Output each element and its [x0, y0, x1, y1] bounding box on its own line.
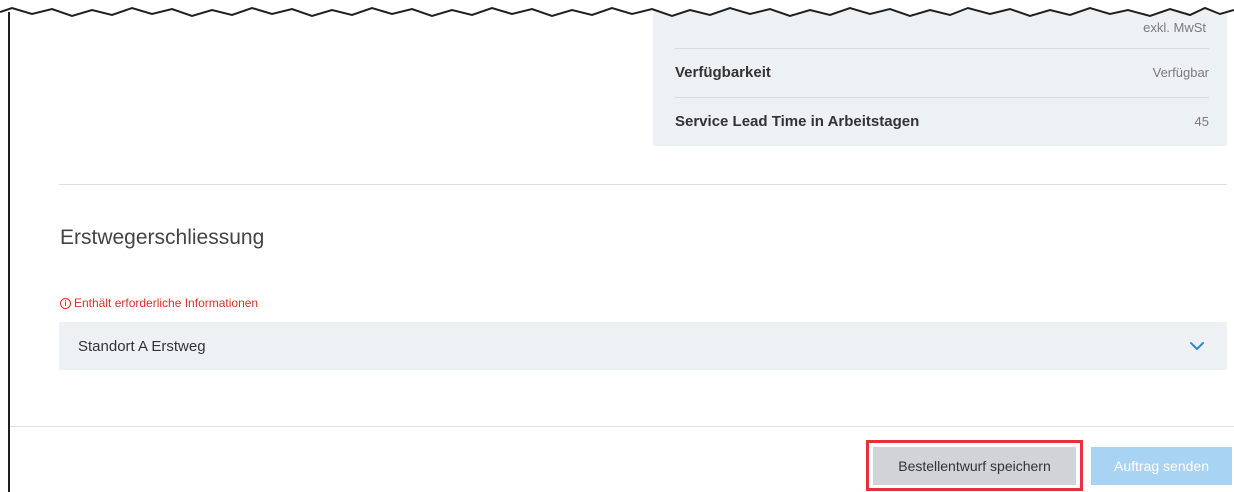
left-border-decoration: [8, 12, 10, 492]
info-row-lead-time: Service Lead Time in Arbeitstagen 45: [675, 97, 1209, 145]
standort-accordion[interactable]: Standort A Erstweg: [59, 322, 1227, 370]
lead-time-value: 45: [1194, 114, 1209, 129]
info-circle-icon: i: [60, 297, 71, 309]
section-heading: Erstwegerschliessung: [60, 226, 265, 249]
torn-edge-decoration: [0, 0, 1234, 18]
availability-value: Verfügbar: [1152, 65, 1209, 80]
save-draft-button[interactable]: Bestellentwurf speichern: [873, 447, 1076, 485]
lead-time-label: Service Lead Time in Arbeitstagen: [675, 113, 920, 130]
info-row-availability: Verfügbarkeit Verfügbar: [675, 48, 1209, 96]
section-divider: [59, 184, 1227, 185]
submit-order-button[interactable]: Auftrag senden: [1091, 447, 1232, 485]
chevron-down-icon[interactable]: [1189, 341, 1205, 351]
footer-divider: [10, 426, 1234, 427]
order-page: exkl. MwSt Verfügbarkeit Verfügbar Servi…: [0, 0, 1234, 492]
required-info-text: Enthält erforderliche Informationen: [74, 296, 259, 310]
availability-label: Verfügbarkeit: [675, 64, 771, 81]
accordion-label: Standort A Erstweg: [78, 337, 206, 355]
required-info-note: i Enthält erforderliche Informationen: [60, 296, 258, 310]
